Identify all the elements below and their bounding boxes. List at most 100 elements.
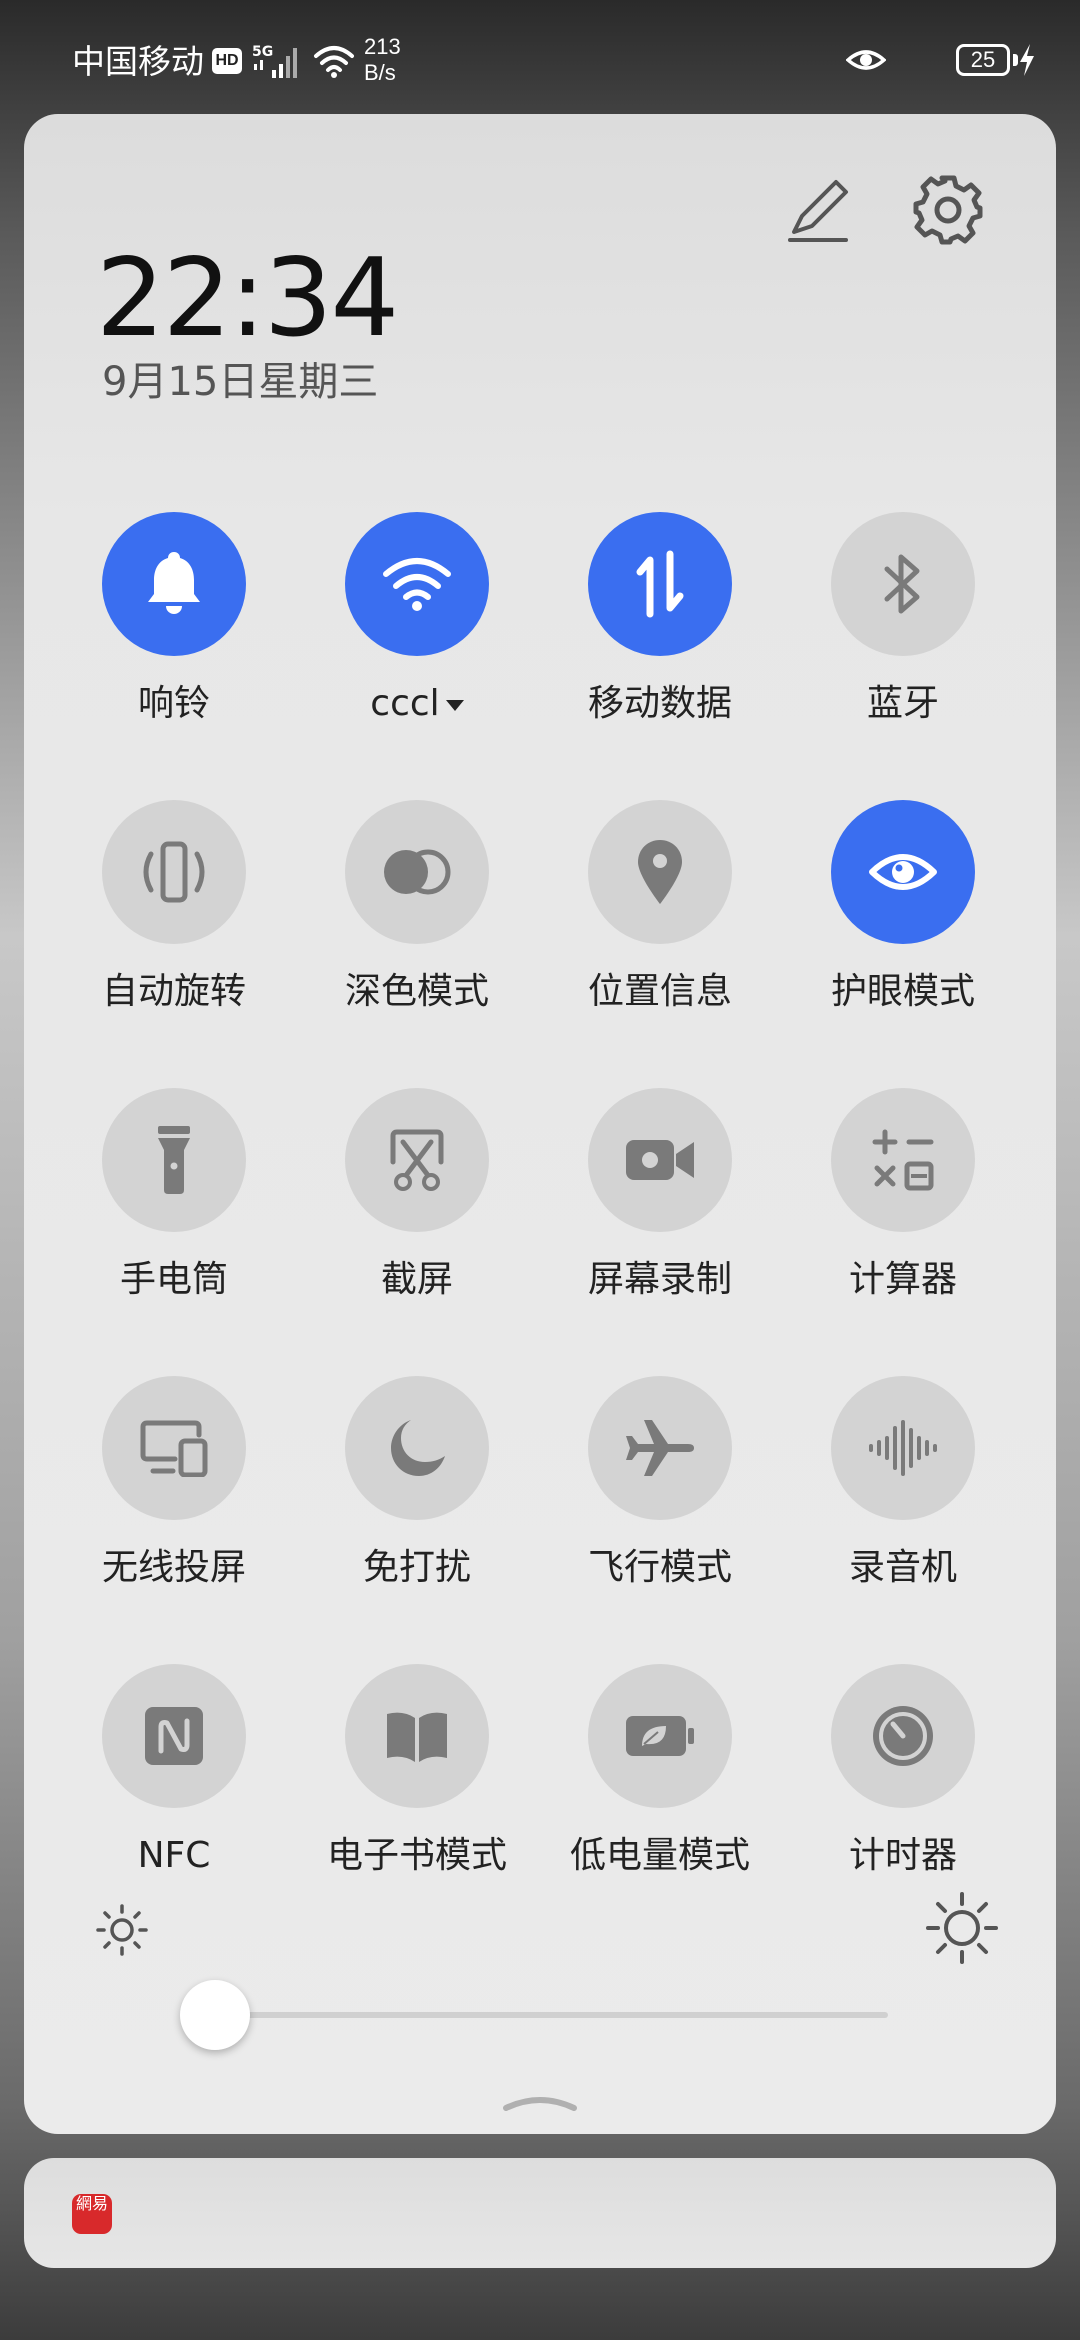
airplane-icon <box>626 1420 694 1476</box>
tile-airplane-mode-label: 飞行模式 <box>587 1547 732 1588</box>
bell-icon <box>148 552 200 614</box>
tile-ebook-mode[interactable]: 电子书模式 <box>307 1664 527 1904</box>
tile-bluetooth[interactable]: 蓝牙 <box>793 512 1013 752</box>
tile-mobile-data[interactable]: 移动数据 <box>550 512 770 752</box>
tile-calculator[interactable]: 计算器 <box>793 1088 1013 1328</box>
wifi-icon <box>383 558 451 611</box>
tile-eye-comfort[interactable]: 护眼模式 <box>793 800 1013 1040</box>
tile-screenshot-label: 截屏 <box>380 1259 453 1300</box>
brightness-slider-track[interactable] <box>192 2012 888 2018</box>
nfc-icon <box>145 1707 203 1765</box>
battery-icon: 25 <box>956 44 1010 76</box>
tile-eye-comfort-label: 护眼模式 <box>830 971 975 1012</box>
tile-airplane-mode-circle[interactable] <box>588 1376 732 1520</box>
tile-ring[interactable]: 响铃 <box>64 512 284 752</box>
tile-screenshot[interactable]: 截屏 <box>307 1088 527 1328</box>
tile-wireless-projection[interactable]: 无线投屏 <box>64 1376 284 1616</box>
video-camera-icon <box>626 1140 694 1180</box>
date-text: 9月15日星期三 <box>102 359 379 405</box>
signal-icon: 5G <box>252 44 297 78</box>
eye-icon <box>869 854 937 890</box>
tile-location-circle[interactable] <box>588 800 732 944</box>
pencil-icon[interactable] <box>780 170 860 250</box>
tile-recorder-circle[interactable] <box>831 1376 975 1520</box>
tile-bluetooth-label: 蓝牙 <box>866 683 939 724</box>
sun-low-icon <box>96 1904 148 1956</box>
sun-high-icon <box>926 1892 998 1964</box>
bluetooth-icon <box>884 554 920 614</box>
tile-recorder-label: 录音机 <box>848 1547 957 1588</box>
tile-ring-circle[interactable] <box>102 512 246 656</box>
tile-screen-record[interactable]: 屏幕录制 <box>550 1088 770 1328</box>
tile-eye-comfort-circle[interactable] <box>831 800 975 944</box>
tile-low-power-mode-label: 低电量模式 <box>569 1835 750 1876</box>
clock-time: 22:34 <box>96 236 399 361</box>
cast-screen-icon <box>140 1420 208 1477</box>
tile-do-not-disturb-label: 免打扰 <box>362 1547 471 1588</box>
timer-icon <box>873 1706 933 1766</box>
wifi-network-name: cccl <box>370 683 440 724</box>
book-icon <box>387 1712 447 1762</box>
tile-screen-record-label: 屏幕录制 <box>587 1259 732 1300</box>
quick-settings-panel: 22:34 9月15日星期三 响铃 cccl 移动数据 蓝牙 自动旋转 深色模式… <box>24 114 1056 2134</box>
eye-comfort-icon <box>846 50 886 70</box>
notification-card[interactable]: 網易 <box>24 2158 1056 2268</box>
tile-nfc-circle[interactable] <box>102 1664 246 1808</box>
flashlight-icon <box>158 1126 190 1194</box>
tile-flashlight-label: 手电筒 <box>119 1259 228 1300</box>
location-pin-icon <box>638 840 682 904</box>
tile-timer[interactable]: 计时器 <box>793 1664 1013 1904</box>
collapse-handle-icon[interactable] <box>502 2090 578 2112</box>
tile-location-label: 位置信息 <box>587 971 732 1012</box>
tile-recorder[interactable]: 录音机 <box>793 1376 1013 1616</box>
chevron-down-icon[interactable] <box>445 699 464 711</box>
tile-mobile-data-label: 移动数据 <box>587 683 732 724</box>
tile-screen-record-circle[interactable] <box>588 1088 732 1232</box>
tile-nfc-label: NFC <box>137 1835 211 1876</box>
tile-ring-label: 响铃 <box>137 683 210 724</box>
tile-low-power-mode-circle[interactable] <box>588 1664 732 1808</box>
tile-nfc[interactable]: NFC <box>64 1664 284 1904</box>
brightness-slider-thumb[interactable] <box>180 1980 250 2050</box>
tile-do-not-disturb-circle[interactable] <box>345 1376 489 1520</box>
tile-mobile-data-circle[interactable] <box>588 512 732 656</box>
tile-flashlight[interactable]: 手电筒 <box>64 1088 284 1328</box>
tile-airplane-mode[interactable]: 飞行模式 <box>550 1376 770 1616</box>
tile-ebook-mode-circle[interactable] <box>345 1664 489 1808</box>
tile-ebook-mode-label: 电子书模式 <box>326 1835 507 1876</box>
tile-do-not-disturb[interactable]: 免打扰 <box>307 1376 527 1616</box>
tile-bluetooth-circle[interactable] <box>831 512 975 656</box>
tile-calculator-circle[interactable] <box>831 1088 975 1232</box>
speed-value: 213 <box>364 34 401 59</box>
tile-wireless-projection-circle[interactable] <box>102 1376 246 1520</box>
rotate-phone-icon <box>143 841 205 903</box>
tile-wifi[interactable]: cccl <box>307 512 527 752</box>
tile-wireless-projection-label: 无线投屏 <box>101 1547 246 1588</box>
tile-wifi-label[interactable]: cccl <box>287 680 547 728</box>
speed-unit: B/s <box>364 60 396 85</box>
tile-dark-mode-label: 深色模式 <box>344 971 489 1012</box>
tile-dark-mode-circle[interactable] <box>345 800 489 944</box>
eco-battery-icon <box>626 1716 694 1756</box>
wifi-icon <box>314 46 354 78</box>
network-type-label: 5G <box>252 44 273 60</box>
tile-wifi-circle[interactable] <box>345 512 489 656</box>
calculator-icon <box>872 1129 934 1191</box>
hd-icon: HD <box>212 48 242 74</box>
tile-auto-rotate-circle[interactable] <box>102 800 246 944</box>
tile-screenshot-circle[interactable] <box>345 1088 489 1232</box>
moon-icon <box>391 1420 445 1476</box>
tile-dark-mode[interactable]: 深色模式 <box>307 800 527 1040</box>
tile-flashlight-circle[interactable] <box>102 1088 246 1232</box>
carrier-name: 中国移动 <box>72 42 204 81</box>
status-bar: 中国移动 HD 5G 213 B/s 25 <box>0 0 1080 112</box>
tile-auto-rotate[interactable]: 自动旋转 <box>64 800 284 1040</box>
tile-timer-label: 计时器 <box>848 1835 957 1876</box>
tile-timer-circle[interactable] <box>831 1664 975 1808</box>
netease-app-icon: 網易 <box>72 2194 112 2234</box>
scissors-icon <box>390 1129 444 1191</box>
gear-icon[interactable] <box>908 170 988 250</box>
tile-low-power-mode[interactable]: 低电量模式 <box>550 1664 770 1904</box>
network-speed: 213 B/s <box>364 34 401 86</box>
tile-location[interactable]: 位置信息 <box>550 800 770 1040</box>
